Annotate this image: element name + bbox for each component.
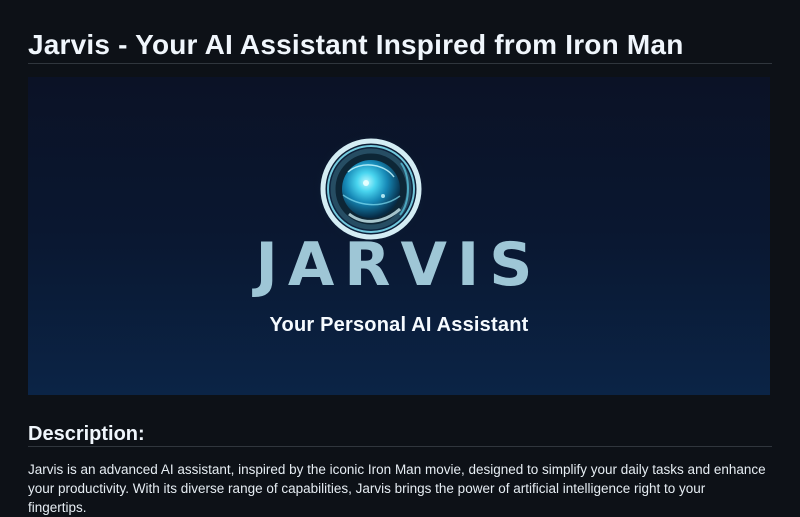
description-heading: Description:	[28, 423, 145, 445]
description-text: Jarvis is an advanced AI assistant, insp…	[28, 462, 766, 515]
banner-tagline: Your Personal AI Assistant	[269, 314, 529, 336]
jarvis-banner-image: JARVIS Your Personal AI Assistant	[28, 77, 770, 395]
banner-brand-name: JARVIS	[255, 230, 543, 300]
description-divider	[28, 446, 772, 447]
readme-page: Jarvis - Your AI Assistant Inspired from…	[0, 0, 800, 517]
title-divider	[28, 63, 772, 64]
page-title: Jarvis - Your AI Assistant Inspired from…	[28, 29, 684, 60]
